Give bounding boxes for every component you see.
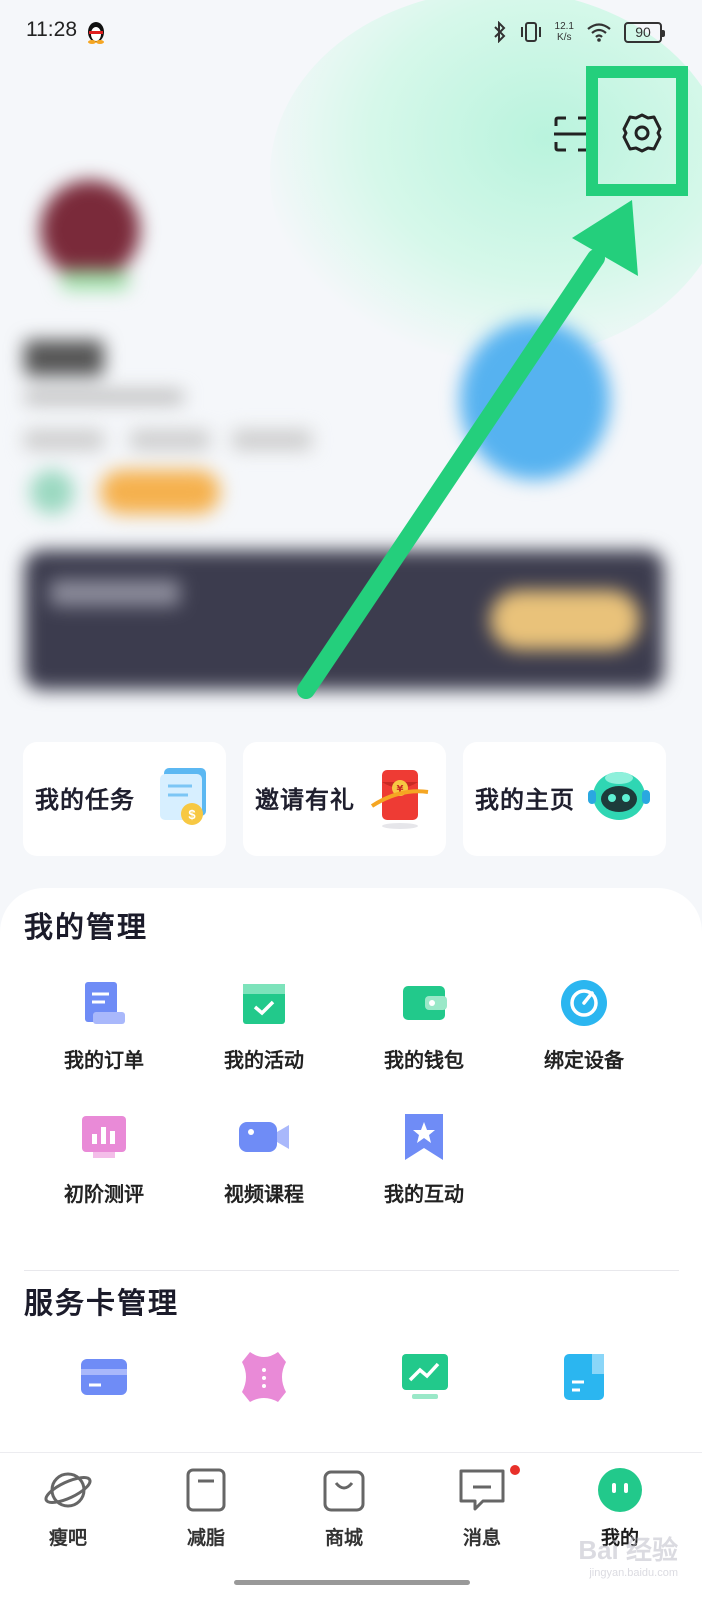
tab-mall[interactable]: 商城 <box>284 1467 404 1550</box>
order-icon <box>85 982 125 1024</box>
quick-link-homepage[interactable]: 我的主页 <box>463 742 666 856</box>
grid-item-interaction[interactable]: 我的互动 <box>344 1112 504 1207</box>
calendar-check-icon <box>243 984 285 1024</box>
quick-link-label: 邀请有礼 <box>255 786 355 814</box>
planet-icon <box>44 1472 92 1508</box>
vibrate-icon <box>520 22 541 42</box>
grid-item-activities[interactable]: 我的活动 <box>184 978 344 1073</box>
notebook-icon[interactable] <box>562 1352 606 1402</box>
grid-item-orders[interactable]: 我的订单 <box>24 978 184 1073</box>
profile-face-icon <box>598 1468 642 1512</box>
video-camera-icon <box>239 1122 289 1152</box>
tab-shouba[interactable]: 瘦吧 <box>8 1467 128 1550</box>
card-icon[interactable] <box>79 1355 129 1399</box>
status-time: 11:28 <box>26 18 77 41</box>
blurred-profile-area <box>0 150 702 710</box>
service-cards-title: 服务卡管理 <box>24 1286 180 1320</box>
grid-item-wallet[interactable]: 我的钱包 <box>344 978 504 1073</box>
grid-item-video-course[interactable]: 视频课程 <box>184 1112 344 1207</box>
svg-text:$: $ <box>188 807 196 822</box>
quick-link-tasks[interactable]: 我的任务 $ <box>23 742 226 856</box>
watermark: Bai 经验 jingyan.baidu.com <box>578 1535 678 1579</box>
message-icon <box>459 1458 552 1511</box>
quick-link-label: 我的主页 <box>475 786 575 814</box>
wallet-icon <box>403 986 447 1020</box>
home-indicator[interactable] <box>234 1580 470 1585</box>
task-notebook-icon: $ <box>160 768 206 825</box>
quick-link-invite[interactable]: 邀请有礼 ¥ <box>243 742 446 856</box>
battery-indicator: 90 <box>624 21 665 43</box>
star-bookmark-icon <box>405 1114 443 1160</box>
qq-penguin-icon <box>88 22 104 44</box>
scale-icon <box>186 1468 226 1512</box>
robot-avatar-icon <box>588 772 650 820</box>
tab-messages[interactable]: 消息 <box>422 1458 552 1550</box>
settings-highlight-box <box>586 66 688 196</box>
quick-link-label: 我的任务 <box>35 786 135 814</box>
assessment-chart-icon <box>82 1116 126 1158</box>
shopping-bag-icon <box>323 1470 365 1512</box>
section-divider <box>24 1270 679 1271</box>
wifi-icon <box>587 23 611 42</box>
grid-item-assessment[interactable]: 初阶测评 <box>24 1112 184 1207</box>
bluetooth-icon <box>493 21 505 43</box>
trend-monitor-icon[interactable] <box>400 1352 450 1402</box>
management-title: 我的管理 <box>24 910 149 944</box>
unread-dot <box>510 1465 520 1475</box>
tab-fat-loss[interactable]: 减脂 <box>146 1467 266 1550</box>
red-envelope-icon: ¥ <box>370 770 429 829</box>
network-speed: 12.1 K/s <box>554 21 574 43</box>
status-icons: 12.1 K/s 90 <box>493 18 665 46</box>
body-shape-icon[interactable] <box>240 1350 288 1404</box>
device-bind-icon <box>561 980 607 1026</box>
status-bar: 11:28 12.1 K/s 90 <box>0 0 702 64</box>
grid-item-bind-device[interactable]: 绑定设备 <box>504 978 664 1073</box>
